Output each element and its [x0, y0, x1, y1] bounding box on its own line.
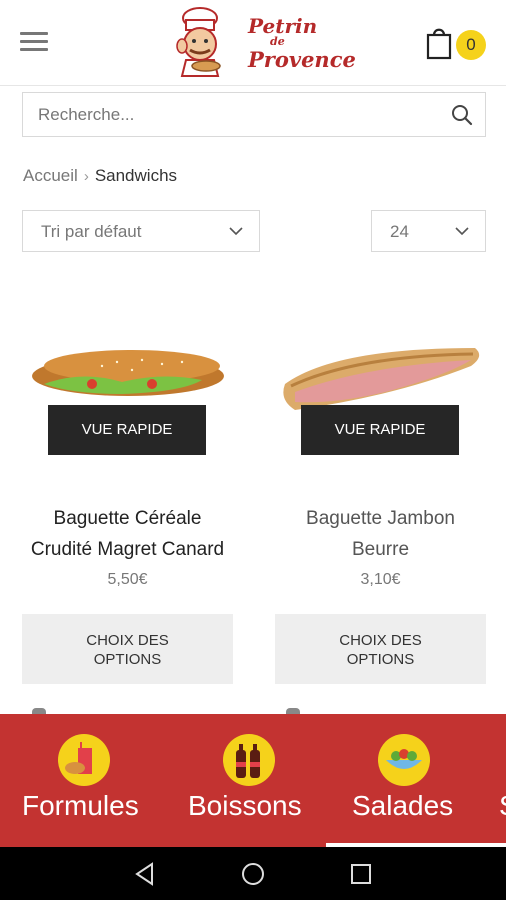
- system-navigation-bar: [0, 847, 506, 900]
- category-formules[interactable]: Formules: [0, 714, 168, 847]
- chef-mascot-icon: [176, 7, 221, 77]
- category-label: Boissons: [188, 790, 302, 821]
- quick-view-button[interactable]: VUE RAPIDE: [48, 405, 206, 455]
- brand-logo[interactable]: Petrin de Provence: [170, 4, 356, 78]
- hamburger-menu-icon[interactable]: [20, 32, 48, 54]
- boissons-icon: [223, 734, 275, 786]
- product-name-line1: Baguette Céréale: [53, 508, 202, 529]
- product-price: 5,50€: [107, 571, 148, 588]
- back-icon[interactable]: [132, 861, 158, 887]
- category-boissons[interactable]: Boissons: [168, 714, 332, 847]
- sort-selected-value: Tri par défaut: [41, 222, 142, 241]
- product-name-line1: Baguette Jambon: [306, 508, 455, 529]
- chevron-down-icon: [229, 227, 243, 236]
- formules-icon: [58, 734, 110, 786]
- sort-select[interactable]: Tri par défaut: [22, 210, 260, 252]
- category-salades[interactable]: Salades: [332, 714, 482, 847]
- search-icon[interactable]: [451, 104, 473, 126]
- product-card: VUE RAPIDE Baguette Céréale Crudité Magr…: [22, 300, 233, 684]
- product-image[interactable]: VUE RAPIDE: [275, 300, 486, 465]
- product-name-line2: Crudité Magret Canard: [30, 539, 225, 560]
- per-page-selected-value: 24: [390, 222, 409, 241]
- per-page-select[interactable]: 24: [371, 210, 486, 252]
- breadcrumb-home-link[interactable]: Accueil: [23, 166, 78, 186]
- product-name[interactable]: Baguette Céréale Crudité Magret Canard: [22, 503, 233, 565]
- options-label-line1: CHOIX DES: [86, 632, 169, 649]
- home-icon[interactable]: [240, 861, 266, 887]
- category-next[interactable]: S: [496, 714, 506, 847]
- options-label-line1: CHOIX DES: [339, 632, 422, 649]
- salades-icon: [378, 734, 430, 786]
- app-header: Petrin de Provence 0: [0, 0, 506, 86]
- category-bar[interactable]: Formules Boissons Salades S: [0, 714, 506, 847]
- options-label-line2: OPTIONS: [346, 651, 415, 668]
- cart-count-badge[interactable]: 0: [456, 30, 486, 60]
- search-input[interactable]: [23, 93, 443, 136]
- quick-view-button[interactable]: VUE RAPIDE: [301, 405, 459, 455]
- sandwich-ham-butter-image: [283, 348, 480, 410]
- cart-bag-icon[interactable]: [424, 26, 454, 60]
- product-name-line2: Beurre: [351, 539, 410, 560]
- choose-options-button[interactable]: CHOIX DES OPTIONS: [275, 614, 486, 684]
- breadcrumb-current: Sandwichs: [94, 166, 178, 185]
- product-price: 3,10€: [360, 571, 401, 588]
- choose-options-button[interactable]: CHOIX DES OPTIONS: [22, 614, 233, 684]
- breadcrumb-separator-icon: ›: [83, 167, 89, 185]
- category-label: Formules: [22, 790, 139, 821]
- logo-text-line3: Provence: [248, 47, 356, 72]
- category-label: S: [499, 790, 506, 822]
- product-image[interactable]: VUE RAPIDE: [22, 300, 233, 465]
- chevron-down-icon: [455, 227, 469, 236]
- recent-apps-icon[interactable]: [348, 861, 374, 887]
- breadcrumb: Accueil › Sandwichs: [23, 166, 177, 186]
- options-label-line2: OPTIONS: [93, 651, 162, 668]
- product-name[interactable]: Baguette Jambon Beurre: [275, 503, 486, 565]
- product-card: VUE RAPIDE Baguette Jambon Beurre 3,10€ …: [275, 300, 486, 684]
- sandwich-cereal-image: [32, 350, 224, 396]
- category-label: Salades: [352, 790, 454, 821]
- search-box: [22, 92, 486, 137]
